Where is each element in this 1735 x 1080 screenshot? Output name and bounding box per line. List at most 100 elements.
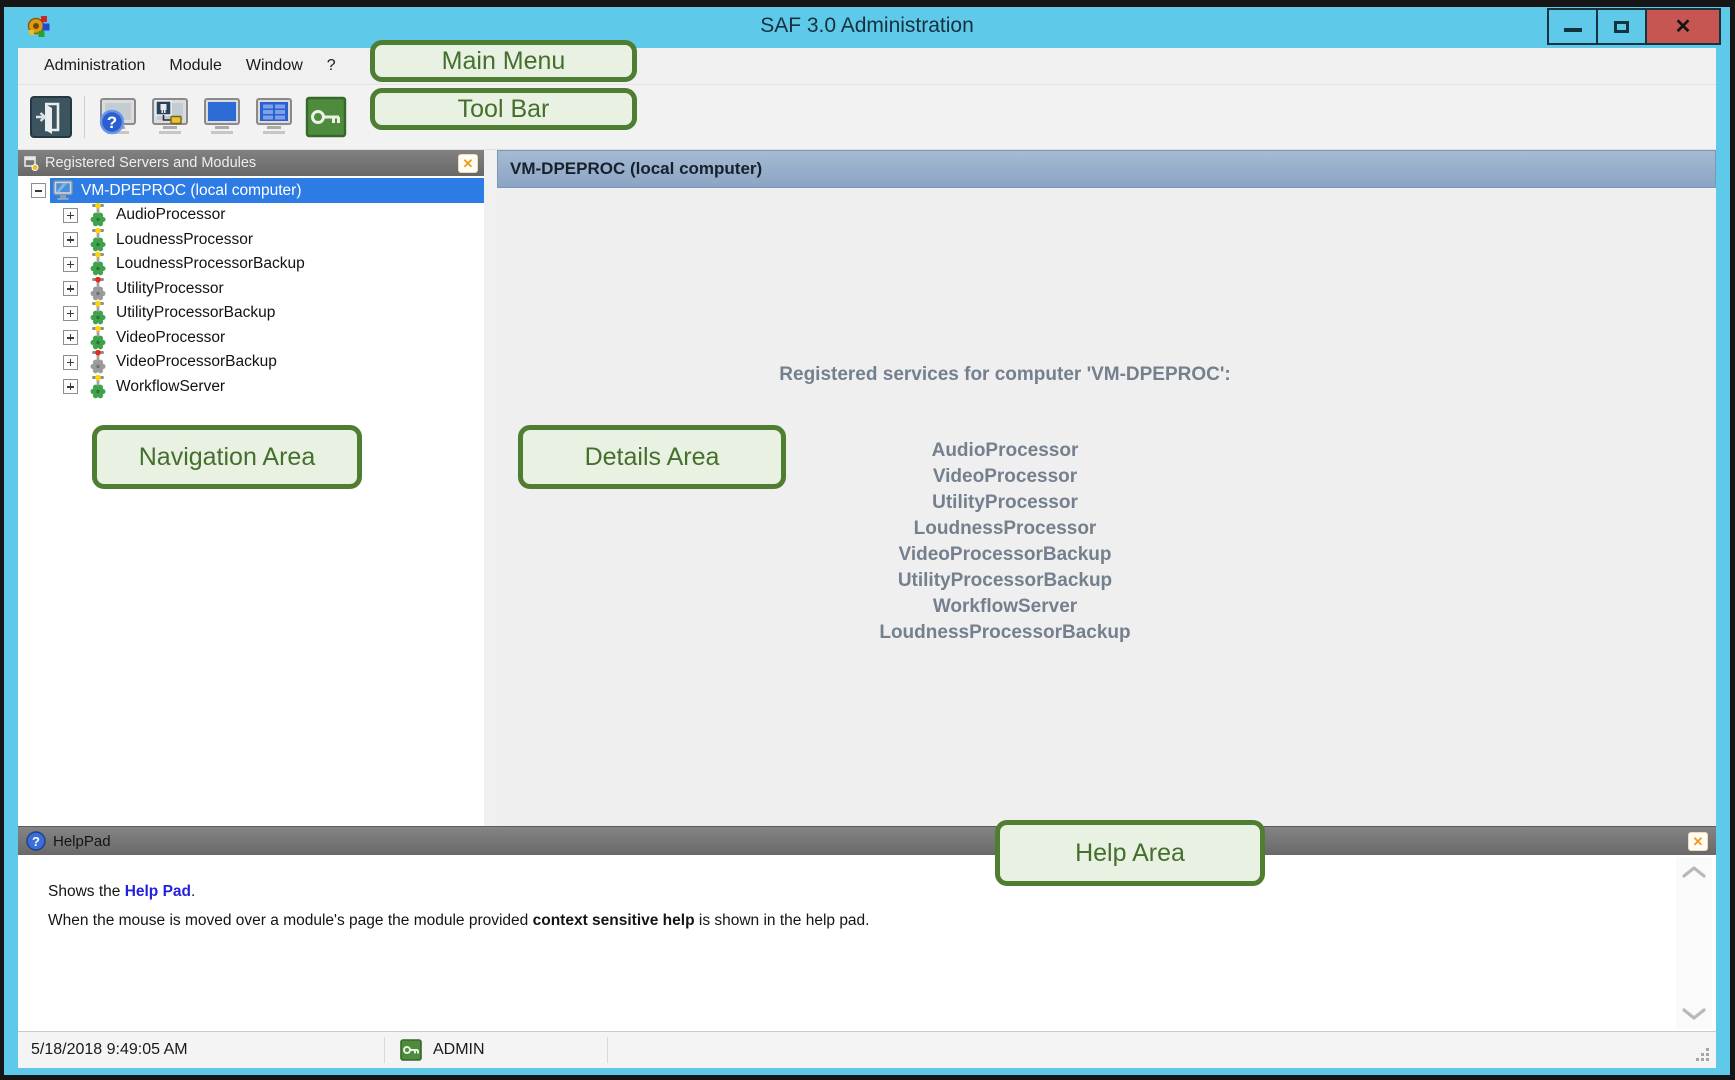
helppad-title: HelpPad	[53, 833, 1688, 850]
user-key-icon	[400, 1039, 422, 1061]
window-title: SAF 3.0 Administration	[4, 14, 1730, 38]
tree-item-label: VideoProcessorBackup	[116, 353, 277, 371]
module-gear-icon	[87, 203, 109, 227]
svg-text:?: ?	[32, 834, 40, 849]
module-gear-icon	[87, 252, 109, 276]
tree-item-label: UtilityProcessor	[116, 280, 224, 298]
window-controls: ✕	[1549, 8, 1721, 45]
module-gear-icon	[87, 350, 109, 374]
tree-item-utilityprocessorbackup[interactable]: UtilityProcessorBackup	[18, 301, 484, 326]
help-line-2: When the mouse is moved over a module's …	[48, 912, 1716, 930]
menu-window[interactable]: Window	[234, 53, 315, 79]
help-text-bold: context sensitive help	[533, 912, 695, 929]
computer-icon	[53, 180, 75, 201]
module-gear-icon	[87, 277, 109, 301]
expand-box-icon[interactable]	[63, 379, 78, 394]
panel-splitter[interactable]	[484, 150, 497, 826]
status-datetime: 5/18/2018 9:49:05 AM	[18, 1041, 384, 1059]
exit-icon	[30, 96, 72, 138]
help-text: Shows the	[48, 883, 125, 900]
help-text: .	[191, 883, 195, 900]
tree-item-label: LoudnessProcessorBackup	[116, 255, 305, 273]
expand-box-icon[interactable]	[63, 232, 78, 247]
chevron-up-icon	[1680, 865, 1708, 879]
module-gear-icon	[87, 375, 109, 399]
statusbar-separator	[607, 1037, 608, 1063]
scroll-down-button[interactable]	[1680, 1007, 1708, 1021]
tree-root-label: VM-DPEPROC (local computer)	[81, 182, 302, 200]
service-name: LoudnessProcessorBackup	[497, 620, 1513, 646]
expand-box-icon[interactable]	[63, 257, 78, 272]
tree-item-utilityprocessor[interactable]: UtilityProcessor	[18, 277, 484, 302]
collapse-box-icon[interactable]	[31, 183, 46, 198]
toolbar: ?	[18, 85, 1716, 150]
module-gear-icon	[87, 326, 109, 350]
connection-icon	[149, 96, 191, 138]
tree-root-server[interactable]: VM-DPEPROC (local computer)	[50, 178, 484, 203]
details-content: Registered services for computer 'VM-DPE…	[497, 188, 1716, 826]
helppad-icon: ?	[97, 96, 139, 138]
help-text: When the mouse is moved over a module's …	[48, 912, 533, 929]
helppad-header: ? HelpPad ✕	[18, 826, 1716, 855]
minimize-button[interactable]	[1547, 8, 1598, 45]
tree-item-label: WorkflowServer	[116, 378, 225, 396]
exit-button[interactable]	[27, 93, 75, 141]
login-key-button[interactable]	[302, 93, 350, 141]
expand-box-icon[interactable]	[63, 306, 78, 321]
service-name: WorkflowServer	[497, 594, 1513, 620]
service-name: VideoProcessorBackup	[497, 542, 1513, 568]
helppad-close-button[interactable]: ✕	[1688, 832, 1708, 851]
help-text: is shown in the help pad.	[695, 912, 870, 929]
close-icon: ✕	[1675, 17, 1692, 37]
registered-services-title: Registered services for computer 'VM-DPE…	[497, 364, 1513, 386]
tree-item-audioprocessor[interactable]: AudioProcessor	[18, 203, 484, 228]
help-line-1: Shows the Help Pad.	[48, 883, 1716, 901]
tree-item-loudnessprocessorbackup[interactable]: LoudnessProcessorBackup	[18, 252, 484, 277]
resize-grip[interactable]	[1706, 1058, 1709, 1061]
connection-button[interactable]	[146, 93, 194, 141]
tree-item-label: VideoProcessor	[116, 329, 225, 347]
close-button[interactable]: ✕	[1645, 8, 1721, 45]
display-icon	[201, 96, 243, 138]
navigation-panel-header: Registered Servers and Modules ✕	[18, 150, 484, 176]
annotation-details-area: Details Area	[518, 425, 786, 489]
helppad-toggle-button[interactable]: ?	[94, 93, 142, 141]
menu-module[interactable]: Module	[157, 53, 233, 79]
tree-item-videoprocessorbackup[interactable]: VideoProcessorBackup	[18, 350, 484, 375]
menu-help[interactable]: ?	[315, 53, 348, 79]
annotation-help-area: Help Area	[995, 820, 1265, 886]
display-button[interactable]	[198, 93, 246, 141]
modules-view-button[interactable]	[250, 93, 298, 141]
navigation-close-button[interactable]: ✕	[458, 154, 478, 173]
expand-box-icon[interactable]	[63, 281, 78, 296]
expand-box-icon[interactable]	[63, 355, 78, 370]
annotation-navigation-area: Navigation Area	[92, 425, 362, 489]
client-area: Administration Module Window ?	[18, 48, 1716, 1068]
help-scrollbar[interactable]	[1676, 857, 1712, 1029]
maximize-button[interactable]	[1596, 8, 1647, 45]
tree-item-workflowserver[interactable]: WorkflowServer	[18, 375, 484, 400]
expand-box-icon[interactable]	[63, 208, 78, 223]
server-tree: VM-DPEPROC (local computer) AudioProcess…	[18, 176, 484, 826]
status-user: ADMIN	[433, 1041, 485, 1059]
help-pad-link[interactable]: Help Pad	[125, 883, 191, 900]
modules-icon	[253, 96, 295, 138]
annotation-main-menu: Main Menu	[370, 40, 637, 82]
service-name: LoudnessProcessor	[497, 516, 1513, 542]
tree-item-loudnessprocessor[interactable]: LoudnessProcessor	[18, 228, 484, 253]
titlebar: SAF 3.0 Administration ✕	[4, 7, 1730, 48]
toolbar-separator	[84, 96, 85, 138]
minimize-icon	[1564, 28, 1582, 32]
scroll-up-button[interactable]	[1680, 865, 1708, 879]
svg-text:?: ?	[107, 113, 117, 132]
panel-pin-icon	[24, 156, 39, 171]
chevron-down-icon	[1680, 1007, 1708, 1021]
tree-item-videoprocessor[interactable]: VideoProcessor	[18, 326, 484, 351]
expand-box-icon[interactable]	[63, 330, 78, 345]
key-icon	[305, 96, 347, 138]
navigation-panel-title: Registered Servers and Modules	[45, 155, 458, 171]
help-question-icon: ?	[26, 831, 46, 851]
maximize-icon	[1614, 21, 1629, 33]
service-name: UtilityProcessorBackup	[497, 568, 1513, 594]
menu-administration[interactable]: Administration	[32, 53, 157, 79]
